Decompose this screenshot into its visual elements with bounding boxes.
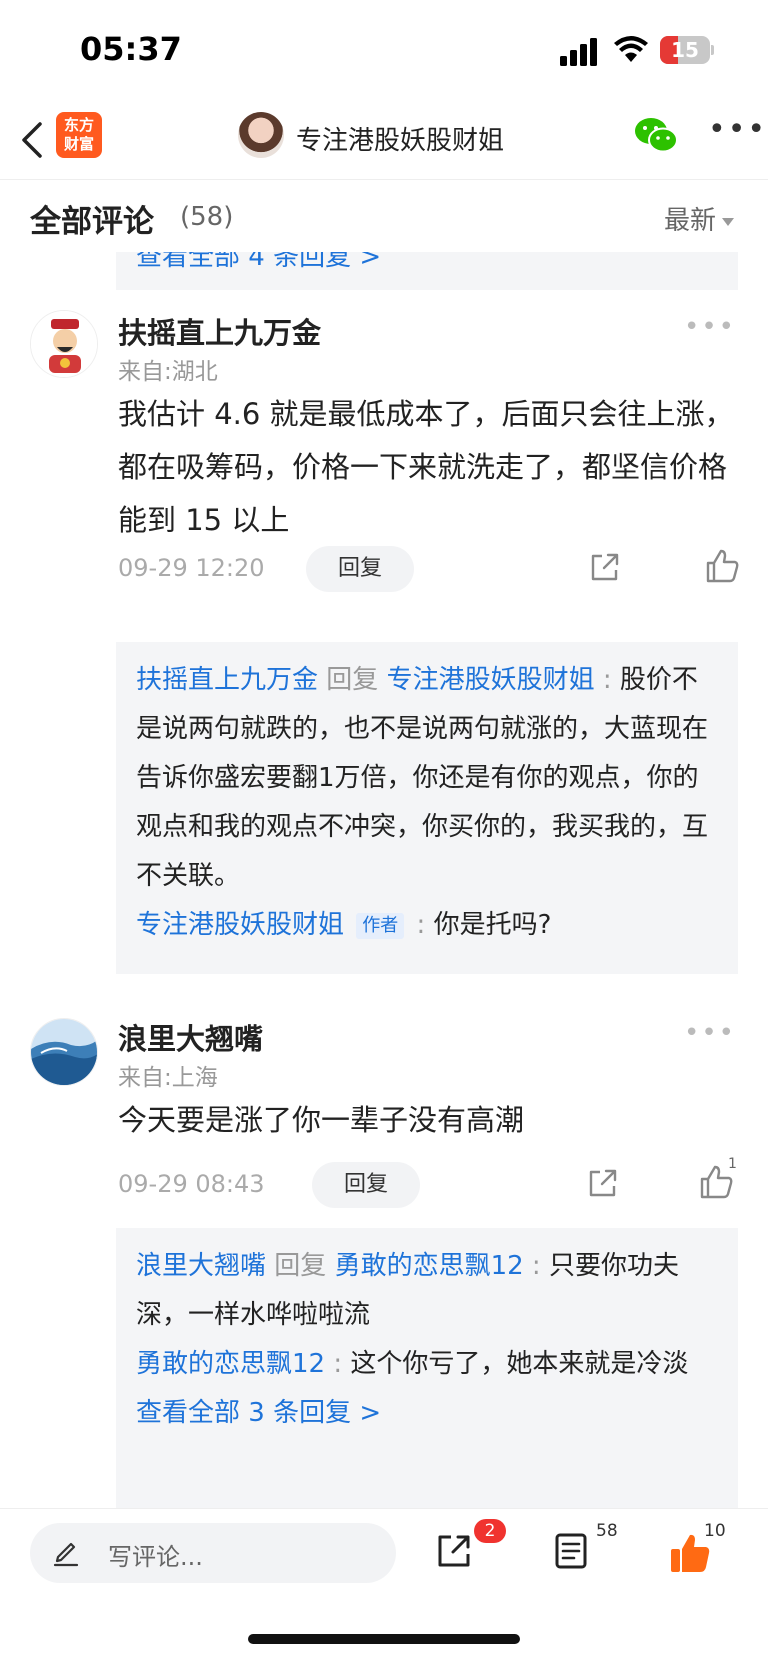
bottom-bar: 写评论... 2 58 10 <box>0 1508 768 1604</box>
comment-count: 58 <box>596 1521 618 1541</box>
reply-item[interactable]: 扶摇直上九万金 回复 专注港股妖股财姐 : 股价不是说两句就跌的，也不是说两句就… <box>136 656 718 901</box>
share-icon[interactable] <box>586 1166 620 1200</box>
chevron-down-icon <box>722 217 734 226</box>
comments-list-icon[interactable] <box>552 1531 590 1571</box>
nav-bar: 东方 财富 专注港股妖股财姐 ••• <box>0 100 768 180</box>
reply-button[interactable]: 回复 <box>312 1162 420 1208</box>
battery-level: 15 <box>671 38 699 62</box>
user-avatar[interactable] <box>30 310 98 378</box>
pen-icon <box>53 1542 79 1567</box>
comment-input-placeholder: 写评论... <box>108 1543 203 1571</box>
comment-text: 我估计 4.6 就是最低成本了，后面只会往上涨，都在吸筹码，价格一下来就洗走了，… <box>118 397 734 537</box>
reply-item[interactable]: 专注港股妖股财姐 作者 : 你是托吗? <box>136 901 718 950</box>
cellular-signal-icon <box>560 38 597 66</box>
comment-input[interactable]: 写评论... <box>30 1523 396 1583</box>
like-icon[interactable] <box>704 548 740 584</box>
back-icon[interactable] <box>18 118 48 162</box>
author-badge: 作者 <box>356 912 405 939</box>
reply-author[interactable]: 勇敢的恋思飘12 <box>136 1349 325 1379</box>
sort-dropdown[interactable]: 最新 <box>664 200 734 237</box>
share-icon[interactable] <box>588 550 622 584</box>
status-time: 05:37 <box>80 30 182 68</box>
reply-item[interactable]: 浪里大翘嘴 回复 勇敢的恋思飘12 : 只要你功夫深，一样水哗啦啦流 <box>136 1242 718 1340</box>
view-all-replies-link[interactable]: 查看全部 3 条回复 > <box>136 1389 718 1438</box>
reply-author[interactable]: 浪里大翘嘴 <box>136 1251 266 1281</box>
more-icon[interactable]: ••• <box>708 115 765 150</box>
reply-text: 股价不是说两句就跌的，也不是说两句就涨的，大蓝现在告诉你盛宏要翻1万倍，你还是有… <box>136 665 709 891</box>
status-bar: 05:37 15 <box>0 0 768 100</box>
comment-text: 今天要是涨了你一辈子没有高潮 <box>118 1103 525 1137</box>
reply-thread: 浪里大翘嘴 回复 勇敢的恋思飘12 : 只要你功夫深，一样水哗啦啦流 勇敢的恋思… <box>116 1228 738 1508</box>
home-indicator[interactable] <box>248 1634 520 1644</box>
share-badge: 2 <box>474 1519 506 1543</box>
share-icon[interactable] <box>434 1531 474 1571</box>
reply-text: 你是托吗? <box>433 910 552 940</box>
comment-more-icon[interactable]: ••• <box>684 312 736 342</box>
app-logo[interactable]: 东方 财富 <box>56 112 102 158</box>
wifi-icon <box>614 36 648 62</box>
reply-text: 这个你亏了，她本来就是冷淡 <box>350 1349 689 1379</box>
reply-author[interactable]: 专注港股妖股财姐 <box>136 910 344 940</box>
reply-item[interactable]: 勇敢的恋思飘12 : 这个你亏了，她本来就是冷淡 <box>136 1340 718 1389</box>
comments-header: 全部评论 (58) 最新 <box>0 180 768 252</box>
comment-more-icon[interactable]: ••• <box>684 1018 736 1048</box>
comment-time: 09-29 08:43 <box>118 1170 265 1198</box>
user-location: 来自:湖北 <box>118 359 218 385</box>
user-avatar[interactable] <box>30 1018 98 1086</box>
reply-thread: 扶摇直上九万金 回复 专注港股妖股财姐 : 股价不是说两句就跌的，也不是说两句就… <box>116 642 738 974</box>
reply-target[interactable]: 勇敢的恋思飘12 <box>335 1251 524 1281</box>
like-count: 10 <box>704 1521 726 1541</box>
reply-target[interactable]: 专注港股妖股财姐 <box>387 665 595 695</box>
comment-time: 09-29 12:20 <box>118 554 265 582</box>
comments-title: 全部评论 <box>30 204 154 240</box>
battery-icon: 15 <box>660 36 714 64</box>
username[interactable]: 扶摇直上九万金 <box>118 310 321 352</box>
page-title[interactable]: 专注港股妖股财姐 <box>296 120 504 157</box>
user-location: 来自:上海 <box>118 1065 218 1091</box>
wechat-icon[interactable] <box>634 116 678 154</box>
like-count: 1 <box>728 1156 737 1172</box>
reply-button[interactable]: 回复 <box>306 546 414 592</box>
username[interactable]: 浪里大翘嘴 <box>118 1016 263 1058</box>
comments-count: (58) <box>180 202 234 232</box>
previous-replies-link[interactable]: 查看全部 4 条回复 > <box>116 252 738 290</box>
reply-author[interactable]: 扶摇直上九万金 <box>136 665 318 695</box>
author-avatar[interactable] <box>238 112 284 158</box>
